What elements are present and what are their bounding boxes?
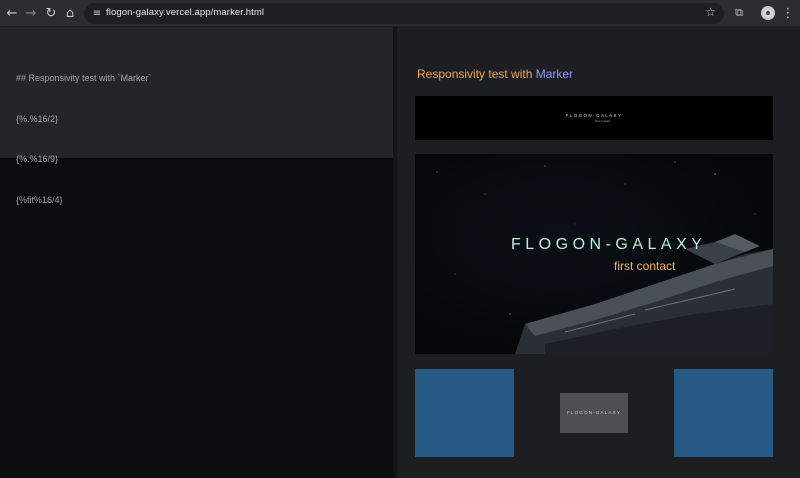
marker-link[interactable]: Marker <box>536 67 573 81</box>
banner-chip: FLOGON-GALAXY <box>560 393 628 433</box>
bookmark-star-icon[interactable]: ☆ <box>705 5 716 19</box>
editor-code[interactable]: ## Responsivity test with `Marker` {%.%1… <box>16 45 152 221</box>
small-banner-subtitle: first contact <box>595 119 611 123</box>
banner-small: FLOGON-GALAXY first contact <box>415 96 773 140</box>
browser-toolbar: ← → ↻ ⌂ ≡ flogon-galaxy.vercel.app/marke… <box>0 0 800 27</box>
code-line: ## Responsivity test with `Marker` <box>16 73 152 83</box>
small-banner-title: FLOGON-GALAXY <box>565 113 623 118</box>
spaceship-image <box>515 234 773 354</box>
extensions-icon[interactable]: ⧉ <box>730 4 748 22</box>
forward-icon[interactable]: → <box>22 4 40 22</box>
banner-main: FLOGON-GALAXY first contact <box>415 154 773 354</box>
code-line: {%.%16/9} <box>16 154 59 164</box>
chip-title: FLOGON-GALAXY <box>566 410 622 415</box>
address-bar[interactable]: ≡ flogon-galaxy.vercel.app/marker.html ☆ <box>84 3 724 24</box>
site-info-icon[interactable]: ≡ <box>90 6 104 20</box>
code-line: {%fit%16/4} <box>16 194 63 205</box>
banner-title: FLOGON-GALAXY <box>511 236 707 253</box>
back-icon[interactable]: ← <box>3 4 21 22</box>
blue-tile-right <box>674 369 773 457</box>
url-text[interactable]: flogon-galaxy.vercel.app/marker.html <box>106 7 264 18</box>
reload-icon[interactable]: ↻ <box>42 4 60 22</box>
heading-text: Responsivity test with <box>417 67 536 81</box>
blue-tile-left <box>415 369 514 457</box>
home-icon[interactable]: ⌂ <box>61 4 79 22</box>
code-line: {%.%16/2} <box>16 113 59 124</box>
menu-icon[interactable]: ⋮ <box>779 4 797 22</box>
preview-heading: Responsivity test with Marker <box>417 67 573 81</box>
banner-subtitle: first contact <box>614 259 676 273</box>
profile-avatar[interactable] <box>761 6 775 20</box>
